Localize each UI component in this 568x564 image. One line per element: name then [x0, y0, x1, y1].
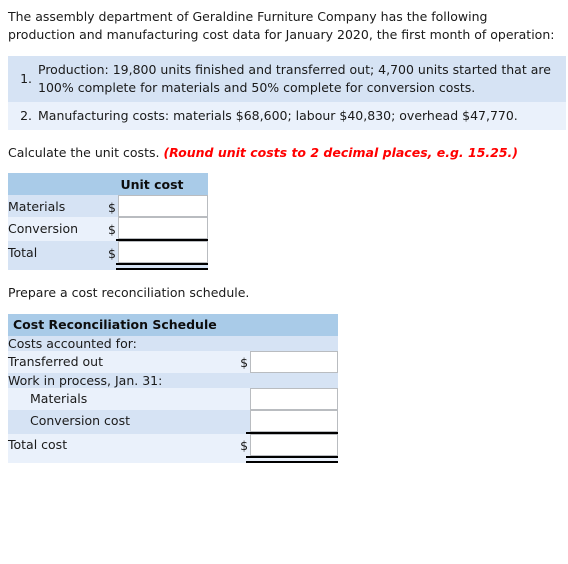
row-field-total: $	[96, 241, 208, 263]
fact-text: Manufacturing costs: materials $68,600; …	[38, 107, 518, 123]
problem-facts-list: 1. Production: 19,800 units finished and…	[8, 56, 566, 130]
currency-symbol: $	[240, 355, 249, 370]
recon-total-rule-row	[8, 455, 339, 463]
rounding-note: (Round unit costs to 2 decimal places, e…	[163, 144, 519, 160]
wip-materials-input[interactable]	[250, 387, 339, 410]
row-label-wip-materials: Materials	[30, 391, 88, 406]
row-field-wip-conversion	[226, 409, 339, 432]
row-field-wip-materials	[226, 387, 339, 410]
unit-cost-materials-input[interactable]	[118, 195, 208, 217]
row-field-transferred-out: $	[226, 350, 339, 373]
unit-cost-header-row: Unit cost	[8, 173, 208, 195]
unit-cost-instruction-text: Calculate the unit costs.	[8, 144, 160, 160]
worksheet-page: The assembly department of Geraldine Fur…	[0, 0, 568, 463]
unit-cost-header-blank	[8, 173, 96, 195]
row-field-total-cost: $	[226, 433, 339, 456]
unit-cost-conversion-input[interactable]	[118, 217, 208, 239]
total-rule-spacer	[8, 263, 96, 270]
cost-reconciliation-table: Cost Reconciliation Schedule Costs accou…	[8, 313, 339, 463]
row-field-materials: $	[96, 195, 208, 217]
unit-cost-total-input[interactable]	[118, 241, 208, 263]
transferred-out-input[interactable]	[250, 350, 339, 373]
recon-total-double-rule	[226, 455, 339, 463]
table-row-total-cost: Total cost $	[8, 433, 339, 456]
recon-section-row: Costs accounted for:	[8, 335, 339, 351]
table-row-total: Total $	[8, 241, 208, 263]
currency-symbol: $	[240, 438, 249, 453]
fact-number: 2.	[20, 107, 32, 123]
currency-symbol: $	[108, 245, 116, 261]
fact-item: 1. Production: 19,800 units finished and…	[8, 56, 566, 102]
unit-cost-table: Unit cost Materials $ Conversion $ Total…	[8, 173, 208, 270]
row-field-conversion: $	[96, 217, 208, 239]
currency-symbol: $	[108, 221, 116, 237]
table-row-wip-conversion: Conversion cost	[8, 409, 339, 432]
table-row-wip-materials: Materials	[8, 387, 339, 410]
table-row-materials: Materials $	[8, 195, 208, 217]
total-double-rule	[96, 263, 208, 270]
table-row-transferred-out: Transferred out $	[8, 350, 339, 373]
table-row-conversion: Conversion $	[8, 217, 208, 239]
row-label-wip-conversion: Conversion cost	[30, 413, 130, 428]
unit-cost-instruction: Calculate the unit costs. (Round unit co…	[8, 144, 558, 162]
recon-section-label: Costs accounted for:	[8, 335, 137, 351]
reconciliation-instruction: Prepare a cost reconciliation schedule.	[8, 285, 250, 300]
fact-item: 2. Manufacturing costs: materials $68,60…	[8, 101, 566, 130]
row-label-total-cost: Total cost	[8, 437, 68, 452]
unit-cost-header-label: Unit cost	[96, 173, 208, 195]
wip-conversion-input[interactable]	[250, 409, 339, 432]
total-rule-row	[8, 263, 208, 270]
fact-text: Production: 19,800 units finished and tr…	[38, 62, 551, 95]
fact-number: 1.	[20, 71, 32, 87]
recon-header-row: Cost Reconciliation Schedule	[8, 313, 339, 336]
recon-total-rule-spacer	[8, 456, 226, 463]
row-label-conversion: Conversion	[8, 220, 79, 236]
recon-header-label: Cost Reconciliation Schedule	[8, 313, 339, 336]
currency-symbol: $	[108, 199, 116, 215]
total-cost-input[interactable]	[250, 433, 339, 456]
row-label-materials: Materials	[8, 198, 66, 214]
row-label-total: Total	[8, 244, 38, 260]
recon-wip-label: Work in process, Jan. 31:	[8, 372, 163, 388]
recon-wip-row: Work in process, Jan. 31:	[8, 372, 339, 388]
row-label-transferred-out: Transferred out	[8, 354, 103, 369]
problem-statement: The assembly department of Geraldine Fur…	[8, 9, 555, 43]
